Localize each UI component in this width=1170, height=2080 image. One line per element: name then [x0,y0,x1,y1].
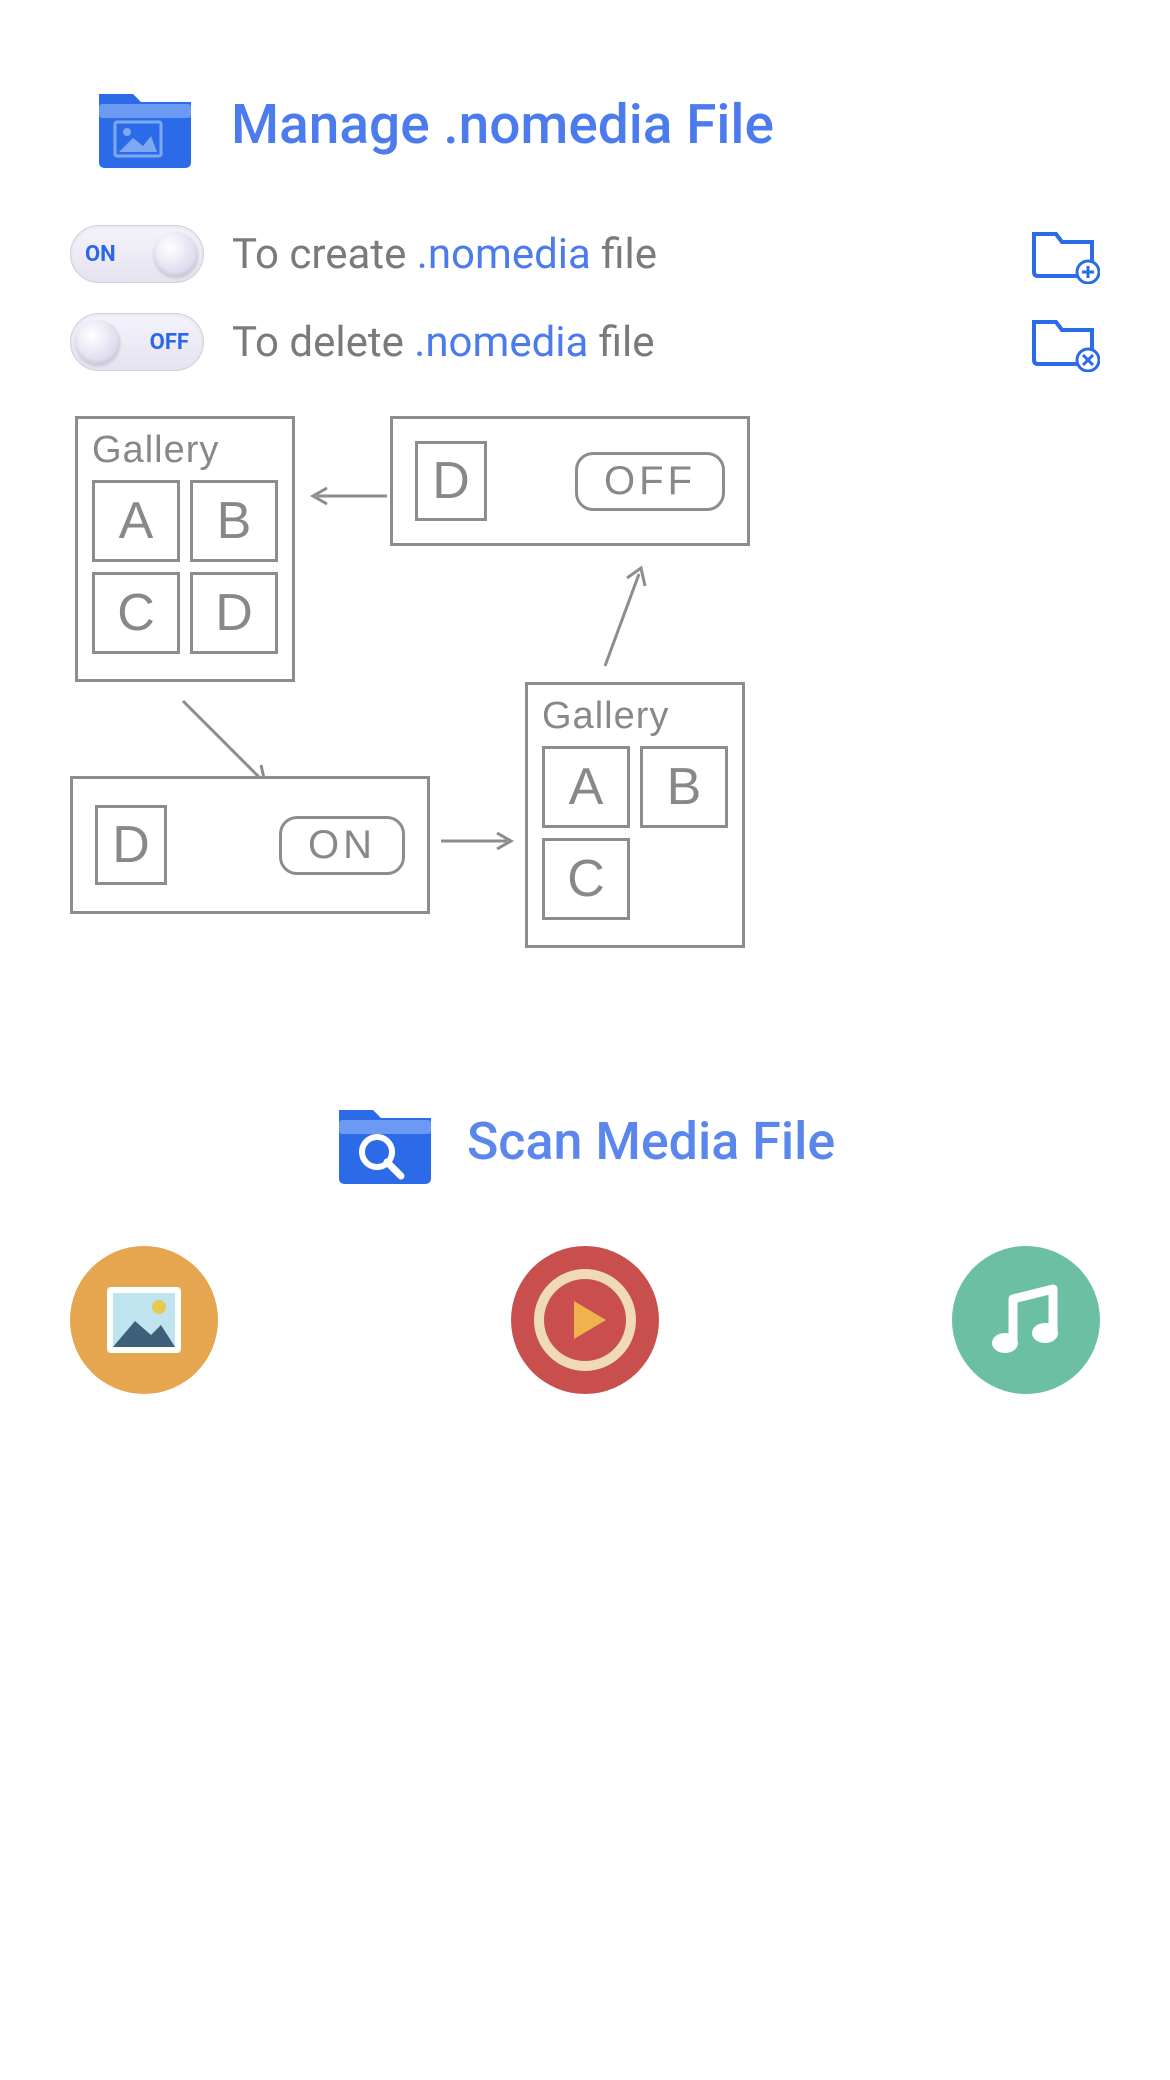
cell-c: C [542,838,630,920]
folder-image-icon [95,80,195,170]
arrow-right-icon [441,831,521,851]
arrow-left-icon [303,486,387,506]
toggle-on-text: To create .nomedia file [232,230,657,279]
toggle-off-text: To delete .nomedia file [232,318,655,367]
cell-b: B [640,746,728,828]
cell-d-single: D [95,805,167,885]
toggle-knob [154,232,198,276]
text-part: file [591,230,657,279]
media-music-button[interactable] [952,1246,1100,1394]
toggle-row-create: ON To create .nomedia file [0,210,1170,298]
cell-b: B [190,480,278,562]
gallery-reduced-box: Gallery A B C [525,682,745,948]
media-videos-button[interactable] [511,1246,659,1394]
media-images-button[interactable] [70,1246,218,1394]
arrow-diag-up-icon [595,556,655,676]
off-pill: OFF [575,452,725,511]
folder-add-icon [1030,224,1100,284]
page-title: Manage .nomedia File [231,93,774,157]
gallery-label: Gallery [542,695,728,738]
text-part: To create [232,230,417,279]
on-pill: ON [279,816,405,875]
gallery-label: Gallery [92,429,278,472]
text-part: To delete [232,318,414,367]
toggle-row-delete: OFF To delete .nomedia file [0,298,1170,386]
scan-header: Scan Media File [0,1096,1170,1186]
nomedia-highlight: .nomedia [417,230,591,279]
media-row [0,1186,1170,1394]
toggle-off[interactable]: OFF [70,313,204,371]
text-part: file [588,318,654,367]
play-icon [530,1265,640,1375]
nomedia-highlight: .nomedia [414,318,588,367]
flow-diagram: Gallery A B C D D OFF D ON Gallery A B [65,416,1105,976]
cell-a: A [92,480,180,562]
cell-d-single: D [415,441,487,521]
scan-title: Scan Media File [467,1111,835,1172]
toggle-off-label: OFF [136,330,203,355]
music-icon [981,1275,1071,1365]
toggle-knob [76,320,120,364]
d-on-box: D ON [70,776,430,914]
image-icon [101,1277,187,1363]
folder-remove-icon [1030,312,1100,372]
header: Manage .nomedia File [0,0,1170,210]
folder-search-icon [335,1096,435,1186]
cell-a: A [542,746,630,828]
cell-d: D [190,572,278,654]
toggle-on[interactable]: ON [70,225,204,283]
cell-c: C [92,572,180,654]
gallery-full-box: Gallery A B C D [75,416,295,682]
toggle-on-label: ON [71,242,130,267]
d-off-box: D OFF [390,416,750,546]
